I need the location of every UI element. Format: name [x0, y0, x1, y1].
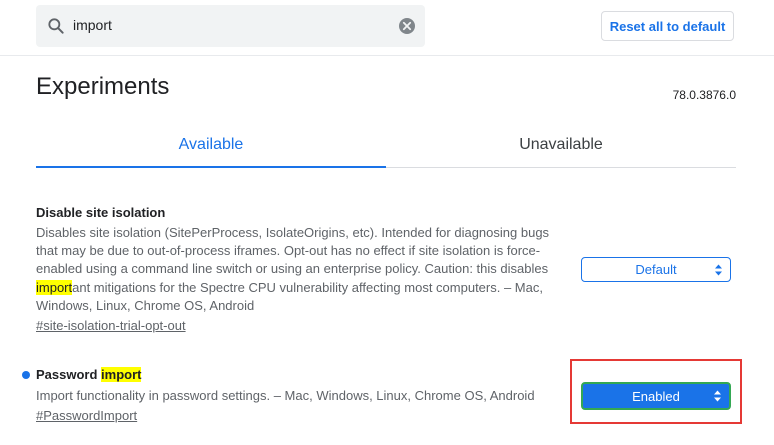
experiment-title: Disable site isolation	[36, 205, 166, 220]
description-line: enabled using a command line switch or u…	[36, 261, 549, 277]
select-arrows-icon	[714, 390, 721, 402]
reset-all-button[interactable]: Reset all to default	[601, 11, 734, 41]
version-label: 78.0.3876.0	[672, 88, 736, 102]
select-arrows-icon	[715, 264, 722, 275]
experiment-permalink[interactable]: #site-isolation-trial-opt-out	[36, 318, 186, 333]
select-value: Default	[635, 262, 677, 277]
search-match-highlight: import	[36, 279, 73, 295]
experiment-state-select[interactable]: Default	[581, 257, 731, 282]
experiment-description: Import functionality in password setting…	[36, 388, 535, 403]
title-text: Password	[36, 367, 102, 382]
tab-available[interactable]: Available	[36, 122, 386, 168]
clear-search-icon[interactable]	[398, 17, 416, 35]
modified-indicator-dot	[22, 371, 30, 379]
experiment-permalink[interactable]: #PasswordImport	[36, 408, 137, 423]
experiment-title: Password import	[36, 367, 142, 382]
search-match-highlight: import	[101, 367, 142, 382]
experiment-state-select[interactable]: Enabled	[581, 382, 731, 410]
page-title: Experiments	[36, 73, 170, 100]
search-input[interactable]: import	[73, 17, 112, 33]
description-text: ant mitigations for the Spectre CPU vuln…	[72, 279, 543, 295]
description-line: important mitigations for the Spectre CP…	[36, 279, 556, 297]
header-divider	[0, 55, 774, 56]
tab-unavailable[interactable]: Unavailable	[386, 122, 736, 168]
search-bar[interactable]: import	[36, 5, 425, 47]
description-line: Disables site isolation (SitePerProcess,…	[36, 225, 550, 240]
description-line: Windows, Linux, Chrome OS, Android	[36, 297, 255, 313]
search-icon	[48, 18, 64, 34]
select-value: Enabled	[632, 388, 680, 404]
active-tab-indicator	[36, 166, 386, 168]
description-line: that may be due to out-of-process iframe…	[36, 243, 541, 259]
experiment-description: Disables site isolation (SitePerProcess,…	[36, 224, 556, 315]
